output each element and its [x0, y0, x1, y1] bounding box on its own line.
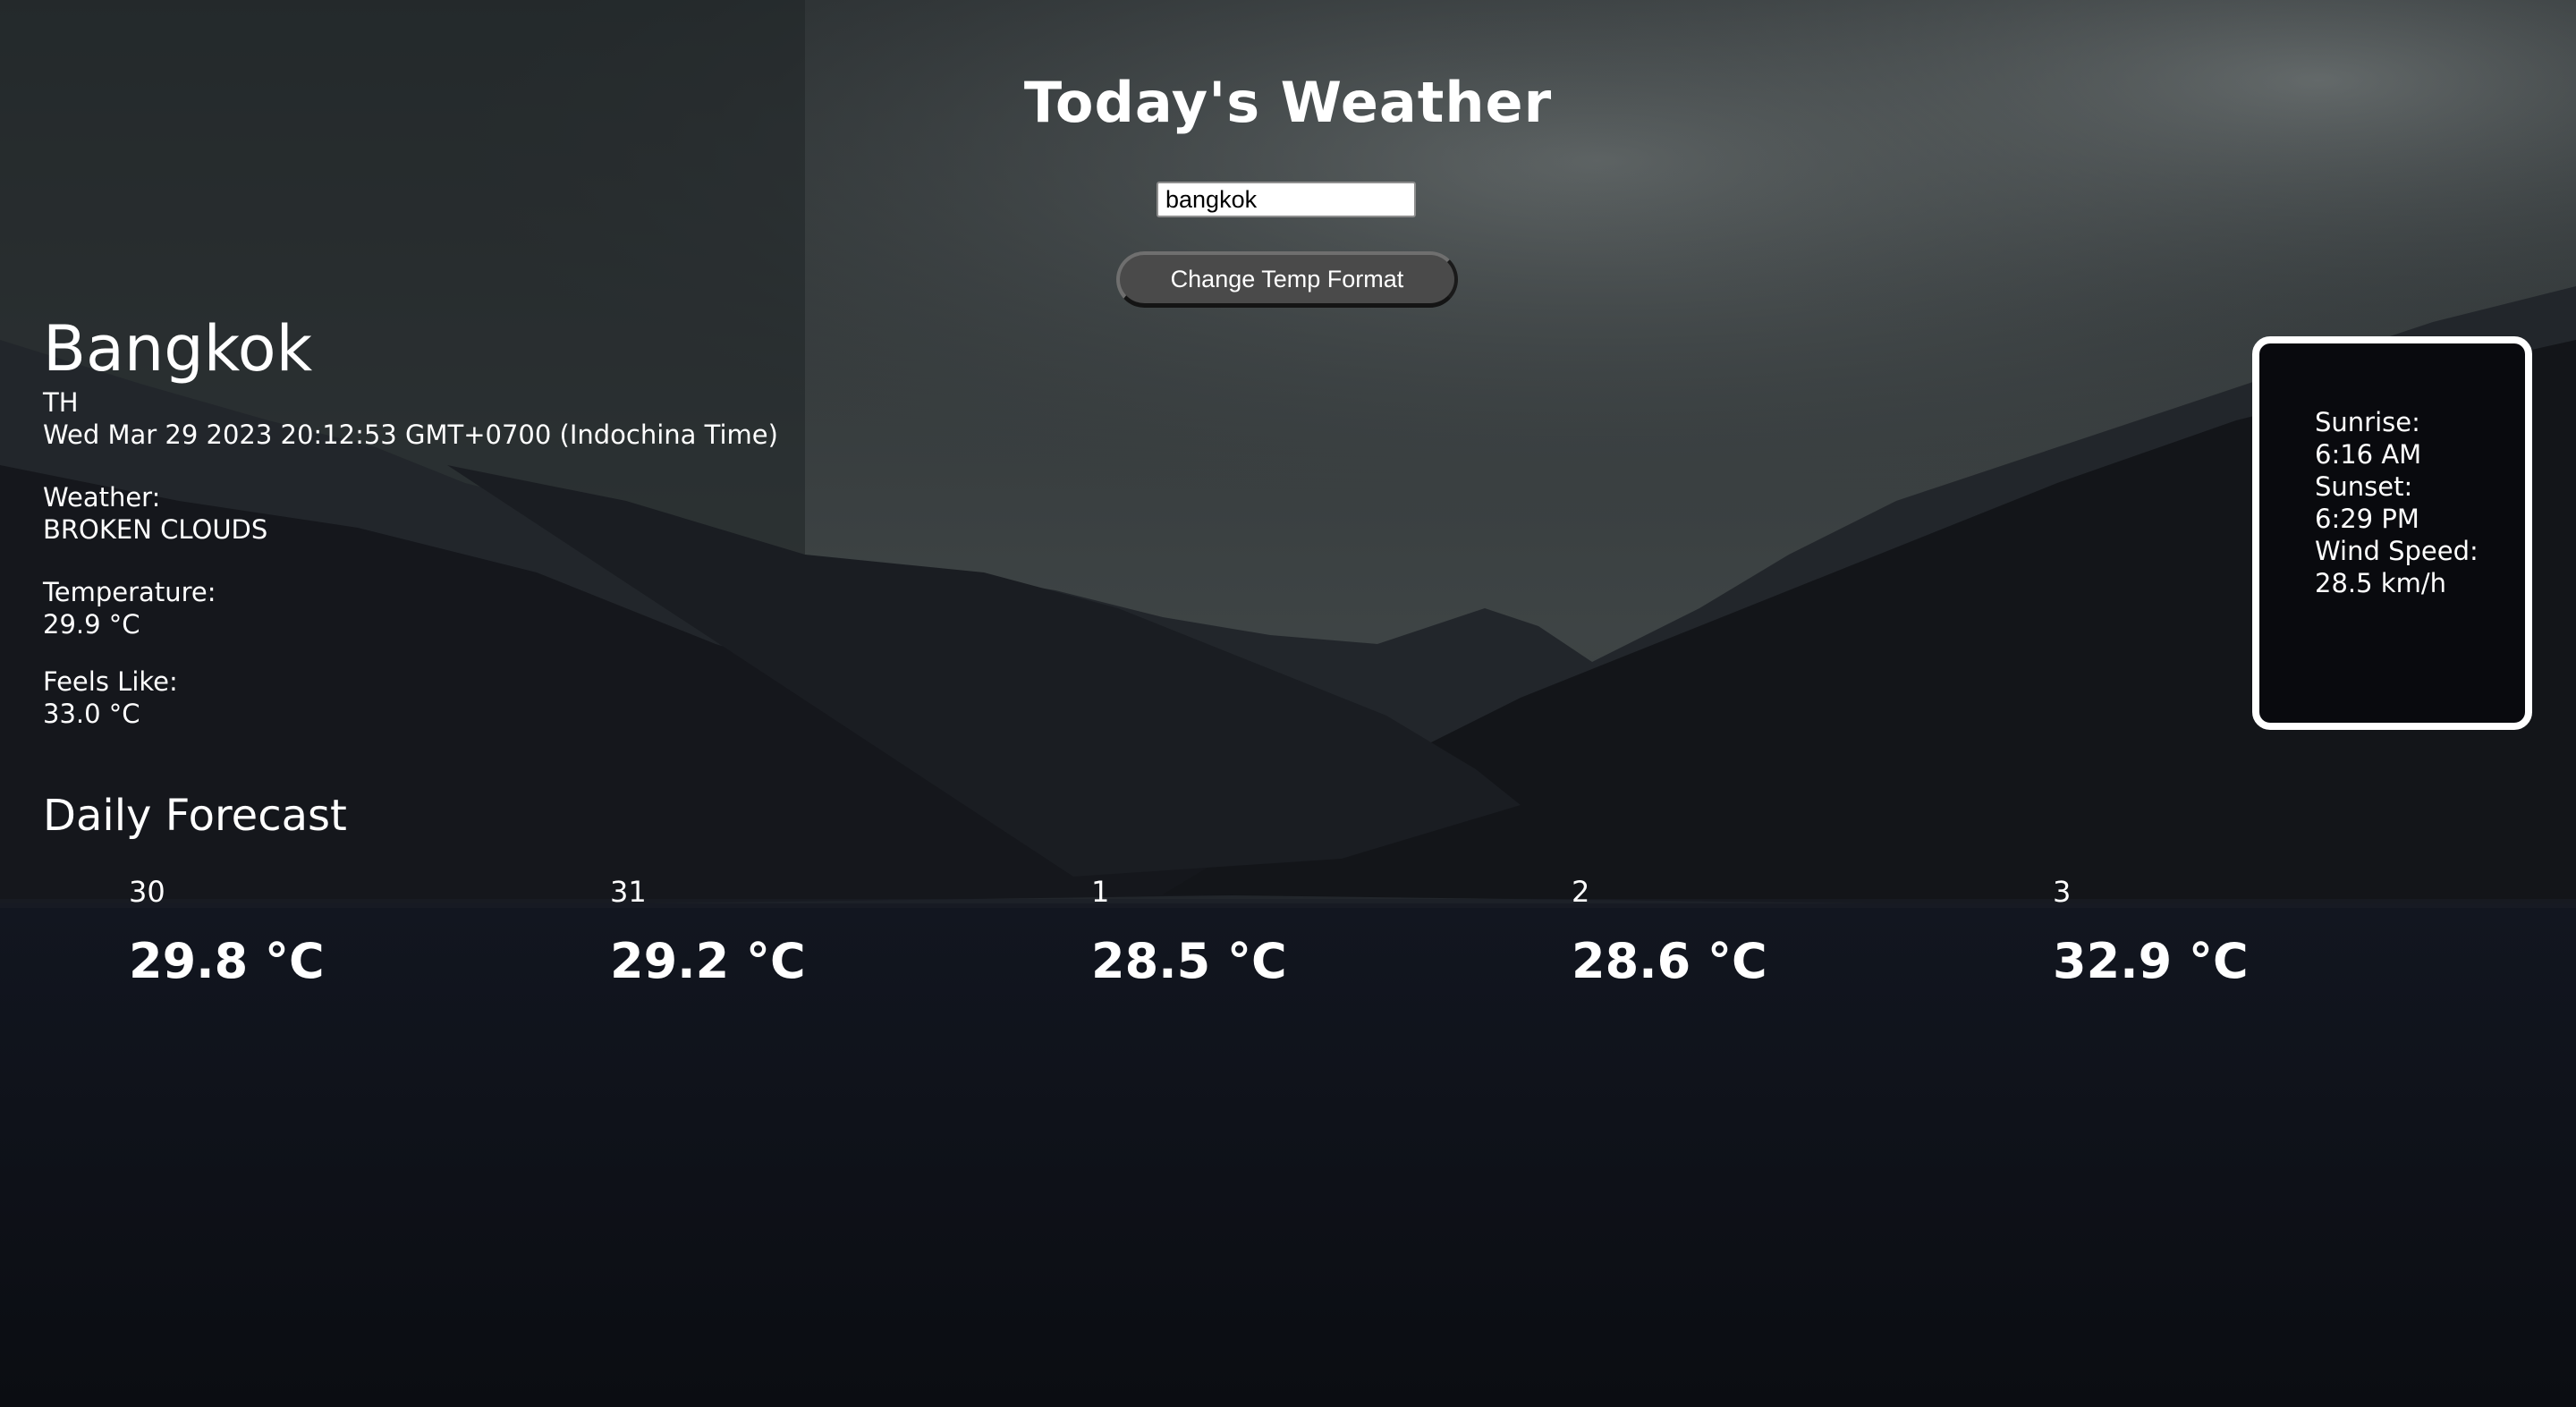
- weather-page: Today's Weather Change Temp Format Bangk…: [0, 0, 2576, 1407]
- sun-wind-details-box: Sunrise: 6:16 AM Sunset: 6:29 PM Wind Sp…: [2252, 336, 2532, 730]
- forecast-temp: 28.5 °C: [1091, 933, 1287, 989]
- weather-label: Weather:: [43, 482, 161, 513]
- sunset-label: Sunset:: [2315, 471, 2413, 502]
- sunrise-value: 6:16 AM: [2315, 439, 2422, 470]
- wind-speed-label: Wind Speed:: [2315, 536, 2479, 566]
- daily-forecast-list: 30 29.8 °C 31 29.2 °C 1 28.5 °C 2 28.6 °…: [0, 872, 2576, 1006]
- temperature-label: Temperature:: [43, 577, 216, 607]
- sunrise-label: Sunrise:: [2315, 407, 2420, 437]
- forecast-item: 30 29.8 °C: [129, 872, 558, 990]
- feels-like-label: Feels Like:: [43, 666, 178, 697]
- content-layer: Today's Weather Change Temp Format Bangk…: [0, 0, 2576, 1407]
- page-title: Today's Weather: [1023, 70, 1553, 135]
- forecast-temp: 29.8 °C: [129, 933, 325, 989]
- forecast-day: 30: [129, 875, 165, 909]
- forecast-temp: 32.9 °C: [2053, 933, 2249, 989]
- current-weather-panel: Bangkok TH Wed Mar 29 2023 20:12:53 GMT+…: [43, 311, 1027, 730]
- forecast-item: 2 28.6 °C: [1572, 872, 2001, 990]
- country-code: TH: [43, 387, 79, 418]
- forecast-day: 3: [2053, 875, 2072, 909]
- forecast-temp: 28.6 °C: [1572, 933, 1767, 989]
- forecast-day: 1: [1091, 875, 1110, 909]
- forecast-temp: 29.2 °C: [610, 933, 806, 989]
- feels-like-value: 33.0 °C: [43, 699, 140, 729]
- wind-speed-value: 28.5 km/h: [2315, 568, 2446, 598]
- forecast-day: 31: [610, 875, 647, 909]
- forecast-item: 3 32.9 °C: [2053, 872, 2482, 990]
- change-temp-format-button[interactable]: Change Temp Format: [1116, 251, 1458, 308]
- temperature-value: 29.9 °C: [43, 609, 140, 640]
- forecast-day: 2: [1572, 875, 1590, 909]
- weather-description: BROKEN CLOUDS: [43, 514, 268, 545]
- daily-forecast-title: Daily Forecast: [43, 791, 347, 841]
- city-name: Bangkok: [43, 312, 313, 386]
- sunset-value: 6:29 PM: [2315, 504, 2419, 534]
- local-datetime: Wed Mar 29 2023 20:12:53 GMT+0700 (Indoc…: [43, 420, 778, 450]
- forecast-item: 31 29.2 °C: [610, 872, 1039, 990]
- city-search-input[interactable]: [1157, 182, 1416, 217]
- forecast-item: 1 28.5 °C: [1091, 872, 1521, 990]
